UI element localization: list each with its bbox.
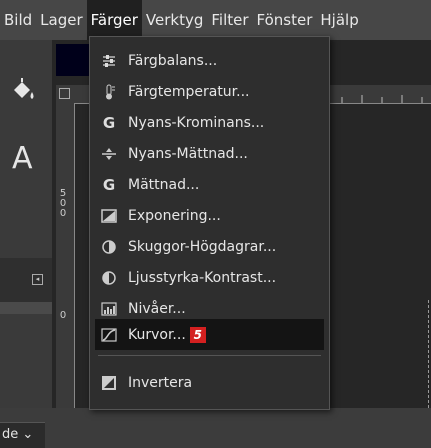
menu-item-fargtemperatur[interactable]: Färgtemperatur... bbox=[90, 76, 329, 107]
menu-item-label: Färgtemperatur... bbox=[128, 83, 250, 100]
hue-saturation-icon bbox=[101, 146, 117, 162]
menu-item-label: Exponering... bbox=[128, 207, 221, 224]
brightness-contrast-icon bbox=[101, 270, 117, 286]
canvas-boundary bbox=[428, 300, 430, 408]
vertical-ruler[interactable]: 5 0 0 0 bbox=[56, 103, 75, 408]
menu-item-skuggor-hogdagrar[interactable]: Skuggor-Högdagrar... bbox=[90, 231, 329, 262]
menu-item-ljusstyrka-kontrast[interactable]: Ljusstyrka-Kontrast... bbox=[90, 262, 329, 293]
menu-farger[interactable]: Färger bbox=[86, 0, 142, 40]
mode-select-value: de bbox=[2, 427, 19, 442]
menu-filter[interactable]: Filter bbox=[207, 0, 252, 40]
menu-item-nyans-krominans[interactable]: G Nyans-Krominans... bbox=[90, 107, 329, 138]
menu-item-label: Nyans-Mättnad... bbox=[128, 145, 248, 162]
ruler-label: 0 bbox=[59, 208, 67, 219]
menu-item-mattnad[interactable]: G Mättnad... bbox=[90, 169, 329, 200]
menu-bar: Bild Lager Färger Verktyg Filter Fönster… bbox=[0, 0, 431, 40]
levels-icon bbox=[101, 301, 117, 317]
shadows-highlights-icon bbox=[101, 239, 117, 255]
mode-select[interactable]: de ⌄ bbox=[0, 422, 45, 448]
step-badge: 5 bbox=[189, 326, 206, 343]
menu-lager[interactable]: Lager bbox=[36, 0, 86, 40]
curves-icon bbox=[101, 327, 117, 343]
exposure-icon bbox=[101, 208, 117, 224]
menu-verktyg[interactable]: Verktyg bbox=[142, 0, 207, 40]
menu-item-exponering[interactable]: Exponering... bbox=[90, 200, 329, 231]
menu-item-label: Nyans-Krominans... bbox=[128, 114, 265, 131]
invert-icon bbox=[101, 375, 117, 391]
toolbox: A ◂ de ⌄ bbox=[0, 40, 52, 448]
farger-menu: Färgbalans... Färgtemperatur... G Nyans-… bbox=[89, 36, 330, 410]
menu-item-invertera[interactable]: Invertera bbox=[90, 367, 329, 398]
panel-menu-icon[interactable]: ◂ bbox=[32, 274, 43, 285]
chevron-down-icon: ⌄ bbox=[22, 427, 34, 442]
menu-separator bbox=[98, 355, 321, 356]
menu-item-label: Nivåer... bbox=[128, 300, 186, 317]
menu-item-label: Mättnad... bbox=[128, 176, 200, 193]
thermometer-icon bbox=[101, 84, 117, 100]
menu-item-label: Kurvor... bbox=[128, 326, 186, 343]
menu-item-label: Färgbalans... bbox=[128, 52, 218, 69]
bucket-fill-icon[interactable] bbox=[10, 76, 38, 102]
quick-mask-icon bbox=[59, 88, 70, 99]
gegl-g-icon: G bbox=[102, 175, 116, 194]
menu-item-kurvor[interactable]: Kurvor... 5 bbox=[95, 319, 324, 350]
menu-fonster[interactable]: Fönster bbox=[253, 0, 317, 40]
color-balance-icon bbox=[101, 53, 117, 69]
menu-item-label: Ljusstyrka-Kontrast... bbox=[128, 269, 277, 286]
menu-item-fargbalans[interactable]: Färgbalans... bbox=[90, 45, 329, 76]
menu-item-label: Invertera bbox=[128, 374, 193, 391]
menu-item-nyans-mattnad[interactable]: Nyans-Mättnad... bbox=[90, 138, 329, 169]
ruler-label: 0 bbox=[59, 310, 67, 321]
gegl-g-icon: G bbox=[102, 113, 116, 132]
text-tool-icon[interactable]: A bbox=[12, 144, 33, 174]
menu-bild[interactable]: Bild bbox=[0, 0, 36, 40]
tool-options-panel bbox=[0, 258, 52, 302]
menu-hjalp[interactable]: Hjälp bbox=[316, 0, 362, 40]
ruler-corner[interactable] bbox=[56, 85, 74, 103]
menu-item-label: Skuggor-Högdagrar... bbox=[128, 238, 277, 255]
tool-options-header bbox=[0, 302, 52, 314]
